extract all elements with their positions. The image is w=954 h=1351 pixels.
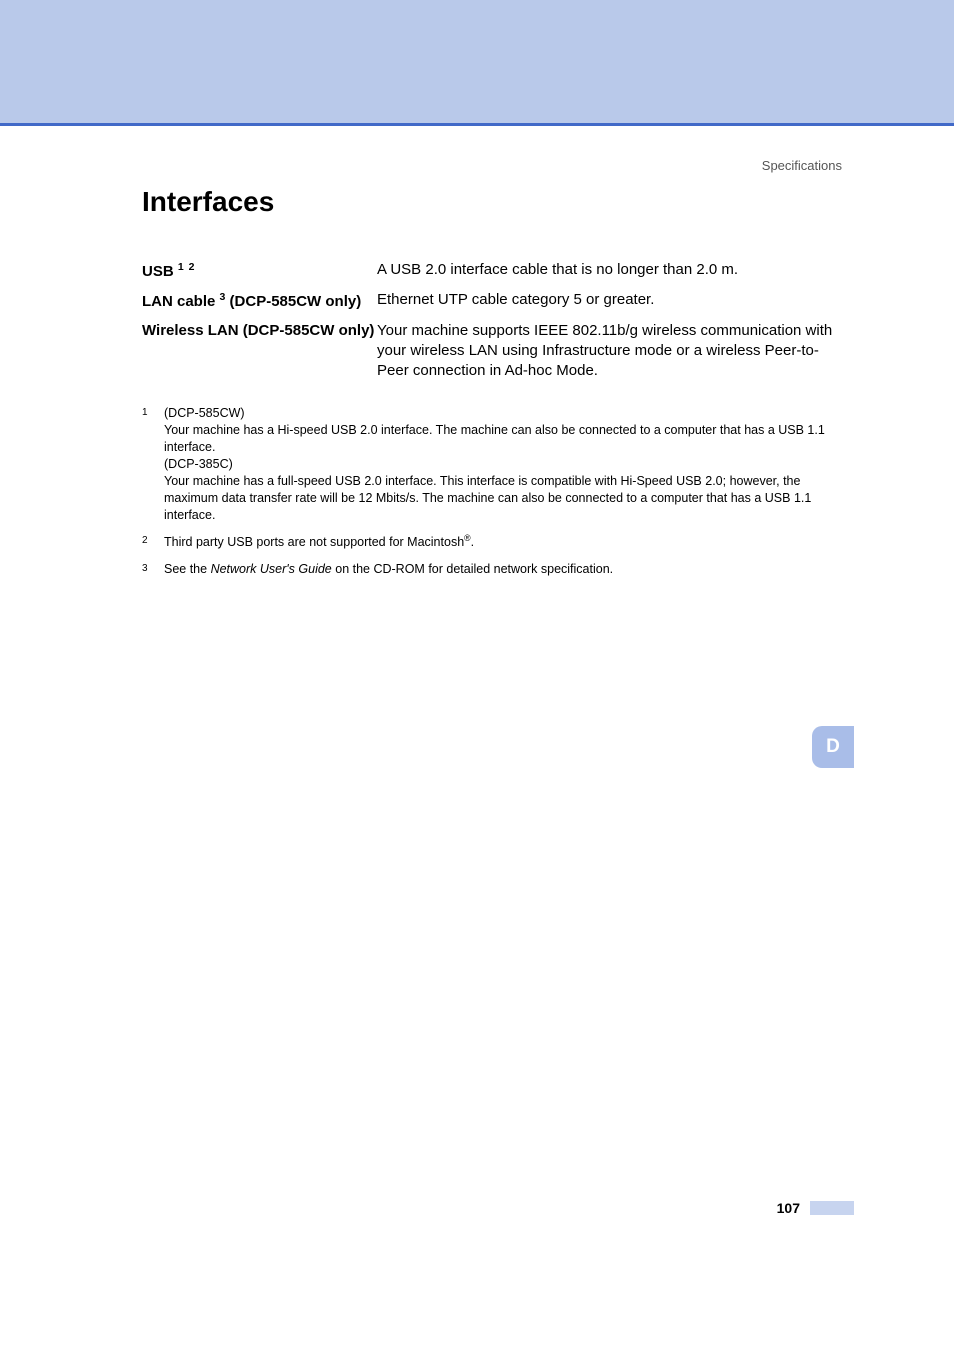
spec-label-lan: LAN cable 3 (DCP-585CW only) bbox=[142, 286, 377, 316]
footnote-body: See the Network User's Guide on the CD-R… bbox=[164, 561, 842, 578]
spec-label-wireless: Wireless LAN (DCP-585CW only) bbox=[142, 317, 377, 386]
top-banner bbox=[0, 0, 954, 126]
footnote-3: 3 See the Network User's Guide on the CD… bbox=[142, 561, 842, 578]
table-row: Wireless LAN (DCP-585CW only) Your machi… bbox=[142, 317, 842, 386]
page-number: 107 bbox=[777, 1200, 800, 1216]
header-section-label: Specifications bbox=[762, 158, 842, 173]
spec-value-wireless: Your machine supports IEEE 802.11b/g wir… bbox=[377, 317, 842, 386]
footnote-2: 2 Third party USB ports are not supporte… bbox=[142, 533, 842, 551]
spec-value-lan: Ethernet UTP cable category 5 or greater… bbox=[377, 286, 842, 316]
footnote-number: 2 bbox=[142, 533, 164, 551]
footnotes: 1 (DCP-585CW) Your machine has a Hi-spee… bbox=[142, 405, 842, 578]
footnote-number: 1 bbox=[142, 405, 164, 523]
page-footer: 107 bbox=[777, 1200, 854, 1216]
footnote-1: 1 (DCP-585CW) Your machine has a Hi-spee… bbox=[142, 405, 842, 523]
footnote-body: Third party USB ports are not supported … bbox=[164, 533, 842, 551]
footnote-body: (DCP-585CW) Your machine has a Hi-speed … bbox=[164, 405, 842, 523]
spec-value-usb: A USB 2.0 interface cable that is no lon… bbox=[377, 256, 842, 286]
page-content: Interfaces USB 1 2 A USB 2.0 interface c… bbox=[0, 126, 954, 578]
document-reference: Network User's Guide bbox=[211, 562, 332, 576]
table-row: USB 1 2 A USB 2.0 interface cable that i… bbox=[142, 256, 842, 286]
footnote-ref: 1 2 bbox=[178, 261, 196, 273]
section-tab: D bbox=[812, 726, 854, 768]
footnote-number: 3 bbox=[142, 561, 164, 578]
page-swatch bbox=[810, 1201, 854, 1215]
specifications-table: USB 1 2 A USB 2.0 interface cable that i… bbox=[142, 256, 842, 385]
page-title: Interfaces bbox=[142, 186, 842, 218]
spec-label-usb: USB 1 2 bbox=[142, 256, 377, 286]
table-row: LAN cable 3 (DCP-585CW only) Ethernet UT… bbox=[142, 286, 842, 316]
